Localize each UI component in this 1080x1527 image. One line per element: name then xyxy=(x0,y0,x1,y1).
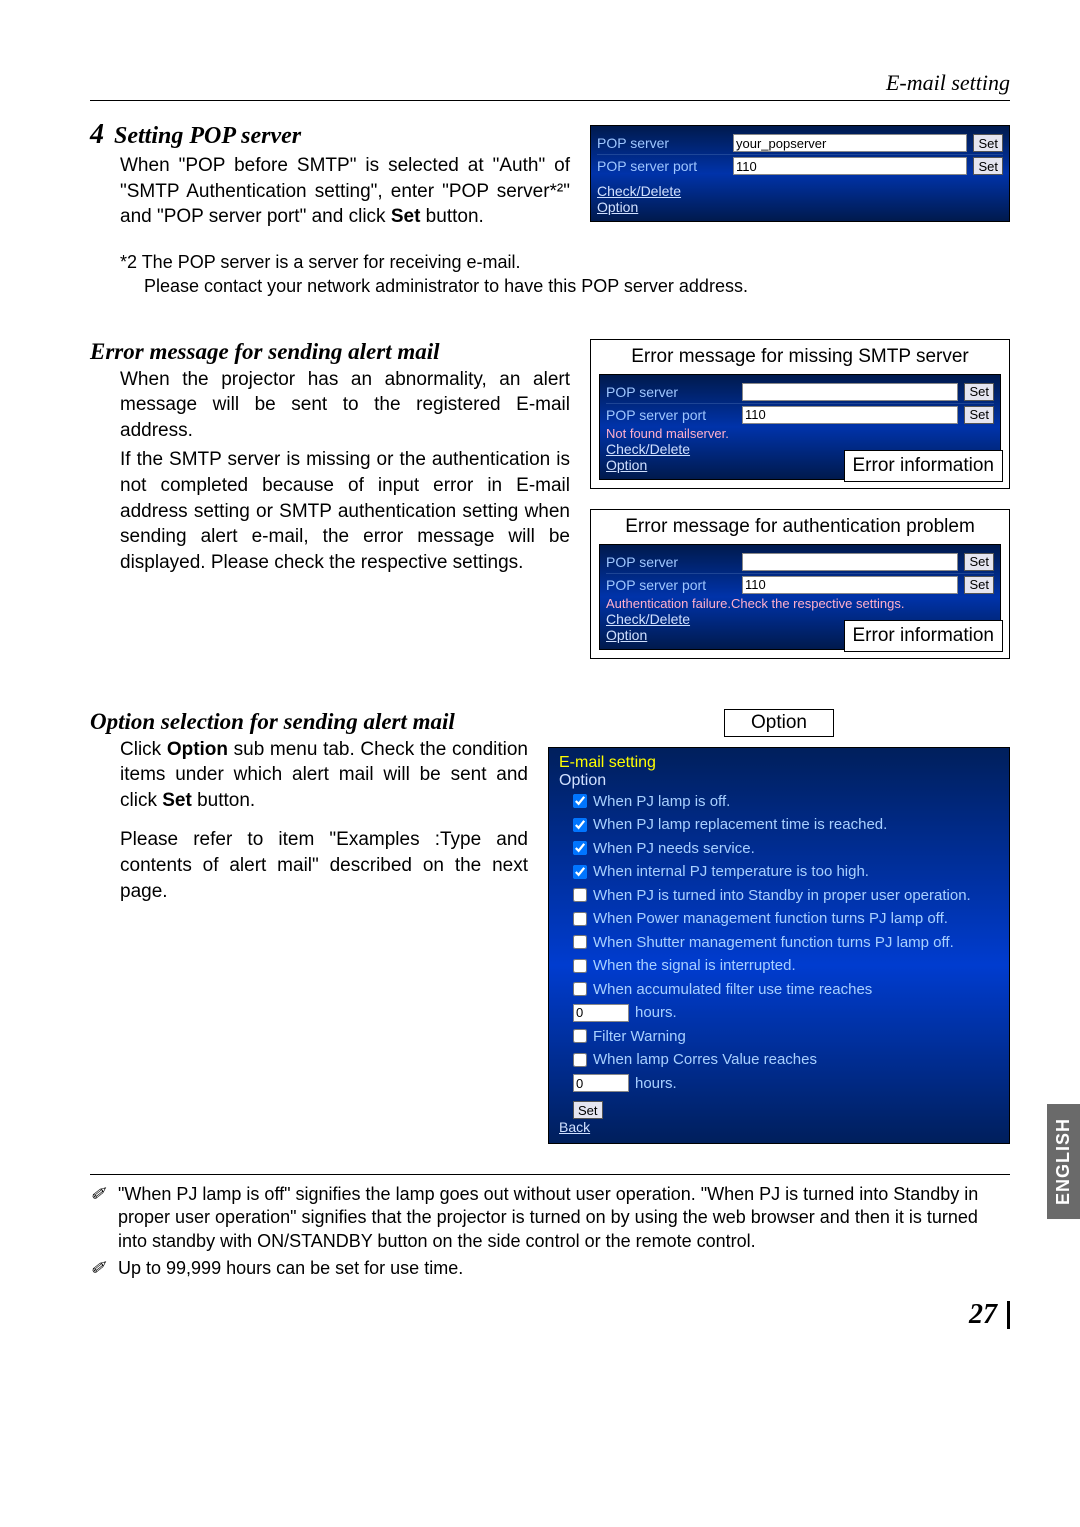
errbox1-pop-input[interactable] xyxy=(742,383,958,401)
pop-port-label: POP server port xyxy=(597,158,727,174)
option-item-label: When internal PJ temperature is too high… xyxy=(593,862,869,882)
errbox1-title: Error message for missing SMTP server xyxy=(599,346,1001,374)
option-checkbox[interactable] xyxy=(573,912,587,926)
option-back-link[interactable]: Back xyxy=(559,1119,999,1135)
option-item: When the signal is interrupted. xyxy=(559,954,999,978)
section-title: Setting POP server xyxy=(114,123,301,149)
option-item-label: When PJ needs service. xyxy=(593,839,755,859)
errbox1-port-input[interactable] xyxy=(742,406,958,424)
filter-warning-label: Filter Warning xyxy=(593,1027,686,1047)
errbox1-error-text: Not found mailserver. xyxy=(606,426,994,441)
option-item: When internal PJ temperature is too high… xyxy=(559,860,999,884)
option-item: When PJ needs service. xyxy=(559,837,999,861)
option-checkbox[interactable] xyxy=(573,888,587,902)
note-icon: ✐ xyxy=(90,1183,110,1253)
errbox2-pop-input[interactable] xyxy=(742,553,958,571)
errbox2-set2[interactable]: Set xyxy=(964,576,994,594)
page-number: 27 xyxy=(90,1301,1010,1329)
option-p1: Click Option sub menu tab. Check the con… xyxy=(90,737,528,814)
option-set-button[interactable]: Set xyxy=(573,1101,603,1119)
option-checkbox[interactable] xyxy=(573,794,587,808)
set-button-2[interactable]: Set xyxy=(973,157,1003,175)
option-panel: E-mail setting Option When PJ lamp is of… xyxy=(548,747,1010,1145)
filter-hours-input[interactable] xyxy=(573,1004,629,1022)
errbox2-pop-label: POP server xyxy=(606,554,736,570)
option-item-label: When Power management function turns PJ … xyxy=(593,909,948,929)
option-link[interactable]: Option xyxy=(597,199,1003,215)
option-item: When accumulated filter use time reaches xyxy=(559,978,999,1002)
errbox2-port-label: POP server port xyxy=(606,577,736,593)
option-p2: Please refer to item "Examples :Type and… xyxy=(90,827,528,904)
pop-server-screenshot: POP server Set POP server port Set Check… xyxy=(590,125,1010,222)
error-p2: If the SMTP server is missing or the aut… xyxy=(90,447,570,575)
error-box-auth: Error message for authentication problem… xyxy=(590,509,1010,659)
errbox1-info-callout: Error information xyxy=(844,450,1004,482)
page: E-mail setting 4 Setting POP server When… xyxy=(0,0,1080,1369)
option-head1: E-mail setting xyxy=(559,754,999,772)
language-tab: ENGLISH xyxy=(1047,1104,1080,1219)
note-icon: ✐ xyxy=(90,1257,110,1280)
errbox1-set1[interactable]: Set xyxy=(964,383,994,401)
note-1: ✐ "When PJ lamp is off" signifies the la… xyxy=(90,1183,1010,1253)
errbox2-info-callout: Error information xyxy=(844,620,1004,652)
option-checkbox[interactable] xyxy=(573,935,587,949)
header-rule xyxy=(90,100,1010,101)
error-p1: When the projector has an abnormality, a… xyxy=(90,367,570,444)
pop-server-input[interactable] xyxy=(733,134,967,152)
page-header: E-mail setting xyxy=(90,70,1010,100)
pop-port-input[interactable] xyxy=(733,157,967,175)
option-checkbox[interactable] xyxy=(573,982,587,996)
section-4: 4 Setting POP server When "POP before SM… xyxy=(90,119,1010,230)
option-item: When PJ lamp replacement time is reached… xyxy=(559,813,999,837)
option-item-label: When PJ is turned into Standby in proper… xyxy=(593,886,971,906)
errbox2-error-text: Authentication failure.Check the respect… xyxy=(606,596,994,611)
errbox1-set2[interactable]: Set xyxy=(964,406,994,424)
option-checkbox[interactable] xyxy=(573,841,587,855)
footnote-2: *2 The POP server is a server for receiv… xyxy=(90,250,1010,299)
checkbox-lamp-corres[interactable] xyxy=(573,1053,587,1067)
option-head2: Option xyxy=(559,772,999,790)
section-number: 4 xyxy=(90,119,104,150)
option-checkbox[interactable] xyxy=(573,818,587,832)
set-button[interactable]: Set xyxy=(973,134,1003,152)
option-checkbox[interactable] xyxy=(573,865,587,879)
note-2: ✐ Up to 99,999 hours can be set for use … xyxy=(90,1257,1010,1280)
checkbox-filter-warning[interactable] xyxy=(573,1029,587,1043)
notes-rule xyxy=(90,1174,1010,1175)
option-item-label: When PJ lamp replacement time is reached… xyxy=(593,815,887,835)
option-item: When Shutter management function turns P… xyxy=(559,931,999,955)
check-delete-link[interactable]: Check/Delete xyxy=(597,183,1003,199)
lamp-corres-label: When lamp Corres Value reaches xyxy=(593,1050,817,1070)
hours-label-1: hours. xyxy=(635,1003,677,1023)
error-section-title: Error message for sending alert mail xyxy=(90,339,570,365)
hours-label-2: hours. xyxy=(635,1074,677,1094)
option-checkbox[interactable] xyxy=(573,959,587,973)
section-4-body: When "POP before SMTP" is selected at "A… xyxy=(90,153,570,230)
option-item-label: When the signal is interrupted. xyxy=(593,956,796,976)
option-item: When PJ is turned into Standby in proper… xyxy=(559,884,999,908)
errbox2-title: Error message for authentication problem xyxy=(599,516,1001,544)
errbox2-port-input[interactable] xyxy=(742,576,958,594)
option-item-label: When accumulated filter use time reaches xyxy=(593,980,872,1000)
errbox1-pop-label: POP server xyxy=(606,384,736,400)
errbox1-port-label: POP server port xyxy=(606,407,736,423)
errbox2-set1[interactable]: Set xyxy=(964,553,994,571)
option-callout: Option xyxy=(724,709,834,737)
lamp-hours-input[interactable] xyxy=(573,1074,629,1092)
option-item: When PJ lamp is off. xyxy=(559,790,999,814)
option-item: When Power management function turns PJ … xyxy=(559,907,999,931)
error-box-missing-smtp: Error message for missing SMTP server PO… xyxy=(590,339,1010,489)
pop-server-label: POP server xyxy=(597,135,727,151)
option-section-title: Option selection for sending alert mail xyxy=(90,709,528,735)
option-item-label: When PJ lamp is off. xyxy=(593,792,730,812)
option-item-label: When Shutter management function turns P… xyxy=(593,933,954,953)
section-error: Error message for sending alert mail Whe… xyxy=(90,339,1010,659)
section-option: Option selection for sending alert mail … xyxy=(90,709,1010,1145)
